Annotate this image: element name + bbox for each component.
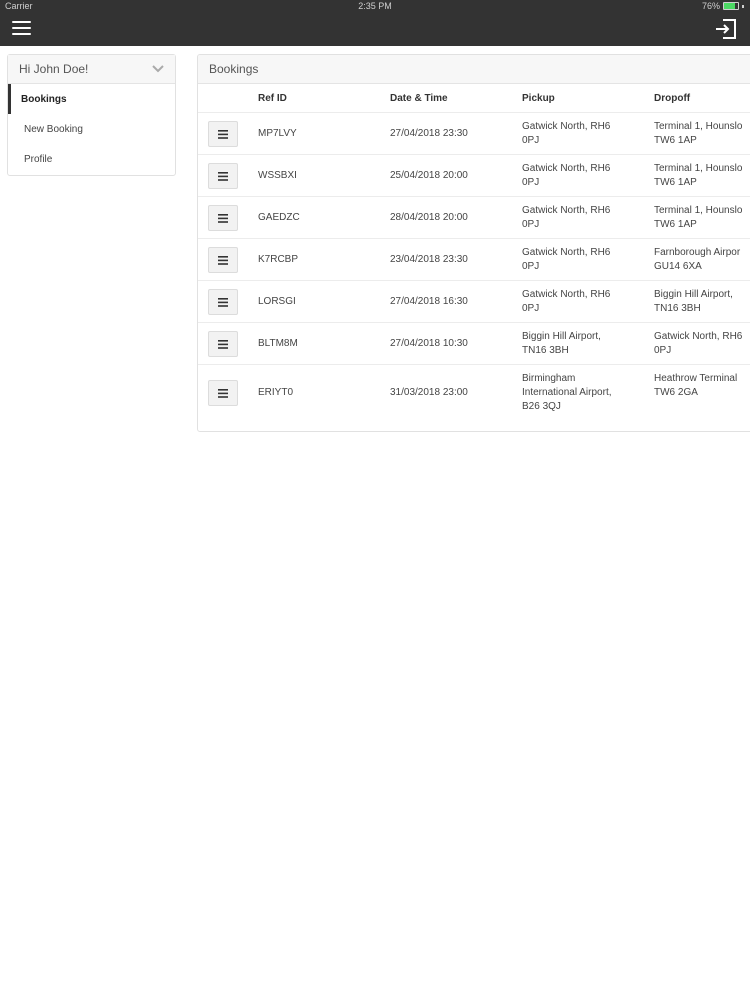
row-menu-button[interactable]	[208, 163, 238, 189]
table-row: LORSGI 27/04/2018 16:30 Gatwick North, RH6…	[198, 280, 750, 322]
cell-pickup: Gatwick North, RH6 0PJ	[522, 205, 611, 230]
row-menu-button[interactable]	[208, 247, 238, 273]
list-icon	[218, 255, 228, 265]
table-header: Ref ID Date & Time Pickup Dropoff	[198, 84, 750, 112]
cell-dropoff: Gatwick North, RH6 0PJ	[654, 331, 743, 356]
cell-date-time: 28/04/2018 20:00	[390, 212, 468, 223]
sidebar-item-bookings[interactable]: Bookings	[8, 84, 175, 114]
panel-title: Bookings	[198, 55, 750, 84]
cell-date-time: 27/04/2018 16:30	[390, 296, 468, 307]
sidebar-item-label: Bookings	[21, 93, 67, 105]
table-row: ERIYT0 31/03/2018 23:00 Birmingham Interna…	[198, 364, 750, 421]
list-icon	[218, 171, 228, 181]
cell-ref-id: K7RCBP	[258, 254, 299, 265]
cell-dropoff: Heathrow Terminal TW6 2GA	[654, 373, 738, 398]
cell-ref-id: LORSGI	[258, 296, 296, 307]
cell-date-time: 31/03/2018 23:00	[390, 387, 468, 398]
sidebar-item-label: Profile	[24, 153, 53, 165]
cell-pickup: Gatwick North, RH6 0PJ	[522, 121, 611, 146]
cell-pickup: Gatwick North, RH6 0PJ	[522, 289, 611, 314]
cell-date-time: 23/04/2018 23:30	[390, 254, 468, 265]
cell-dropoff: Biggin Hill Airport, TN16 3BH	[654, 289, 733, 314]
cell-pickup: Gatwick North, RH6 0PJ	[522, 247, 611, 272]
row-menu-button[interactable]	[208, 331, 238, 357]
table-row: K7RCBP 23/04/2018 23:30 Gatwick North, RH6…	[198, 238, 750, 280]
row-menu-button[interactable]	[208, 380, 238, 406]
column-header-pickup: Pickup	[522, 93, 555, 104]
top-bar: Carrier 2:35 PM 76%	[0, 0, 750, 46]
list-icon	[218, 129, 228, 139]
cell-ref-id: BLTM8M	[258, 338, 298, 349]
column-header-ref-id: Ref ID	[258, 93, 287, 104]
cell-dropoff: Terminal 1, Hounslo TW6 1AP	[654, 205, 743, 230]
cell-ref-id: GAEDZC	[258, 212, 300, 223]
list-icon	[218, 213, 228, 223]
table-row: WSSBXI 25/04/2018 20:00 Gatwick North, RH6…	[198, 154, 750, 196]
status-time: 2:35 PM	[358, 1, 392, 11]
user-menu-toggle[interactable]: Hi John Doe!	[8, 55, 175, 84]
cell-ref-id: ERIYT0	[258, 387, 294, 398]
list-icon	[218, 339, 228, 349]
cell-date-time: 27/04/2018 23:30	[390, 128, 468, 139]
cell-ref-id: MP7LVY	[258, 128, 297, 139]
column-header-date-time: Date & Time	[390, 93, 448, 104]
battery-percent: 76%	[701, 1, 720, 11]
battery-icon	[723, 2, 739, 10]
cell-date-time: 25/04/2018 20:00	[390, 170, 468, 181]
battery-indicator: 76%	[702, 1, 744, 11]
greeting-text: Hi John Doe!	[19, 62, 89, 76]
status-bar: Carrier 2:35 PM 76%	[0, 0, 750, 13]
logout-icon[interactable]	[715, 19, 737, 39]
sidebar-item-new-booking[interactable]: New Booking	[8, 114, 175, 144]
row-menu-button[interactable]	[208, 205, 238, 231]
bookings-panel: Bookings Ref ID Date & Time Pickup Dropo…	[197, 54, 750, 432]
cell-pickup: Gatwick North, RH6 0PJ	[522, 163, 611, 188]
table-row: GAEDZC 28/04/2018 20:00 Gatwick North, RH6…	[198, 196, 750, 238]
cell-ref-id: WSSBXI	[258, 170, 297, 181]
column-header-dropoff: Dropoff	[654, 93, 691, 104]
hamburger-icon[interactable]	[12, 20, 32, 36]
table-row: BLTM8M 27/04/2018 10:30 Biggin Hill Airpor…	[198, 322, 750, 364]
cell-dropoff: Terminal 1, Hounslo TW6 1AP	[654, 121, 743, 146]
cell-dropoff: Farnborough Airpor GU14 6XA	[654, 247, 741, 272]
row-menu-button[interactable]	[208, 289, 238, 315]
list-icon	[218, 388, 228, 398]
list-icon	[218, 297, 228, 307]
row-menu-button[interactable]	[208, 121, 238, 147]
table-body: MP7LVY 27/04/2018 23:30 Gatwick North, RH6…	[198, 112, 750, 421]
cell-dropoff: Terminal 1, Hounslo TW6 1AP	[654, 163, 743, 188]
cell-pickup: Biggin Hill Airport, TN16 3BH	[522, 331, 601, 356]
sidebar-item-profile[interactable]: Profile	[8, 144, 175, 174]
cell-date-time: 27/04/2018 10:30	[390, 338, 468, 349]
chevron-down-icon	[152, 65, 164, 73]
sidebar-item-label: New Booking	[24, 123, 83, 135]
sidebar: Hi John Doe! Bookings New Booking Profil…	[7, 54, 176, 176]
cell-pickup: Birmingham International Airport, B26 3Q…	[522, 373, 612, 412]
table-row: MP7LVY 27/04/2018 23:30 Gatwick North, RH6…	[198, 112, 750, 154]
